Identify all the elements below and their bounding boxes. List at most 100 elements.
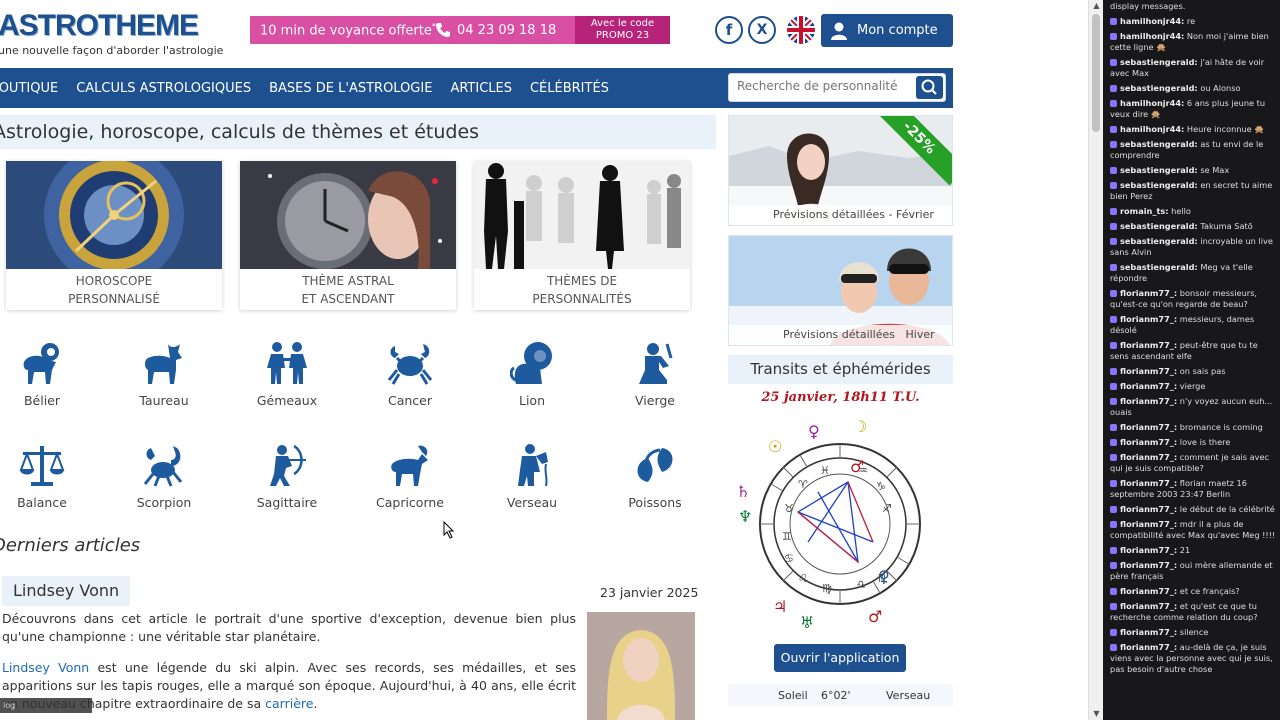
chat-username[interactable]: florianm77_: <box>1120 601 1177 611</box>
chat-username[interactable]: florianm77_: <box>1120 288 1177 298</box>
sign-vierge[interactable]: Vierge <box>615 338 695 408</box>
page-scrollbar[interactable]: ▲ ▼ <box>1088 0 1103 720</box>
sign-balance[interactable]: Balance <box>2 440 82 510</box>
chat-message: sebastiengerald: ou Alonso <box>1103 82 1280 97</box>
chat-text: ou Alonso <box>1200 83 1241 93</box>
chat-text: Heure inconnue 🙊 <box>1186 124 1265 134</box>
account-button[interactable]: Mon compte <box>821 14 953 47</box>
chat-username[interactable]: florianm77_: <box>1120 519 1177 529</box>
sign-belier[interactable]: Bélier <box>2 338 82 408</box>
sign-gemeaux[interactable]: Gémeaux <box>247 338 327 408</box>
chat-username[interactable]: florianm77_: <box>1120 340 1177 350</box>
sign-capricorne[interactable]: Capricorne <box>370 440 450 510</box>
chat-message: hamilhonjr44: Non moi j'aime bien cette … <box>1103 30 1280 56</box>
chat-username[interactable]: sebastiengerald: <box>1120 139 1198 149</box>
chat-username[interactable]: florianm77_: <box>1120 478 1177 488</box>
ad-previsions-hiver[interactable]: Prévisions détaillées Hiver <box>728 235 953 346</box>
chat-username[interactable]: sebastiengerald: <box>1120 262 1198 272</box>
chat-username[interactable]: hamilhonjr44: <box>1120 124 1184 134</box>
sign-poissons[interactable]: Poissons <box>615 440 695 510</box>
nav-calculs[interactable]: CALCULS ASTROLOGIQUES <box>76 81 251 96</box>
article-photo[interactable] <box>587 612 695 720</box>
sign-verseau[interactable]: Verseau <box>492 440 572 510</box>
crab-icon <box>370 338 450 388</box>
chat-username[interactable]: florianm77_: <box>1120 560 1177 570</box>
scroll-down-icon[interactable]: ▼ <box>1089 708 1104 720</box>
uk-flag-icon[interactable] <box>787 16 815 44</box>
nav-boutique[interactable]: BOUTIQUE <box>0 81 58 96</box>
chat-username[interactable]: florianm77_: <box>1120 314 1177 324</box>
chat-username[interactable]: florianm77_: <box>1120 642 1177 652</box>
scrollbar-thumb[interactable] <box>1092 14 1100 132</box>
article-title[interactable]: Lindsey Vonn <box>2 576 130 606</box>
chat-badge-icon <box>1110 141 1117 148</box>
video-overlay-badge: log <box>0 698 92 713</box>
chat-username[interactable]: florianm77_: <box>1120 452 1177 462</box>
article-link-carriere[interactable]: carrière <box>265 696 313 711</box>
svg-text:♉: ♉ <box>784 502 794 515</box>
chat-username[interactable]: florianm77_: <box>1120 586 1177 596</box>
chat-message: florianm77_: 21 <box>1103 544 1280 559</box>
x-twitter-icon[interactable]: X <box>748 16 776 44</box>
ad2-caption: Prévisions détaillées Hiver <box>729 325 952 345</box>
chat-username[interactable]: sebastiengerald: <box>1120 236 1198 246</box>
nav-bases[interactable]: BASES DE L'ASTROLOGIE <box>269 81 432 96</box>
chat-username[interactable]: sebastiengerald: <box>1120 221 1198 231</box>
chat-message: florianm77_: silence <box>1103 626 1280 641</box>
svg-text:♑: ♑ <box>876 480 886 493</box>
chat-username[interactable]: hamilhonjr44: <box>1120 16 1184 26</box>
chat-badge-icon <box>1110 208 1117 215</box>
ad-previsions-fevrier[interactable]: -25% Prévisions détaillées - Février <box>728 115 953 226</box>
astro-chart-wheel[interactable]: ♒♑♐♏ ♎♍♌♋ ♊♉♈♓ ♂☽♀ ☉♆♄ ♃♅ ♂ ♀ <box>728 412 953 634</box>
chat-username[interactable]: sebastiengerald: <box>1120 57 1198 67</box>
account-label: Mon compte <box>857 23 938 38</box>
card-horoscope[interactable]: HOROSCOPE PERSONNALISÉ <box>6 161 222 310</box>
archer-icon <box>247 440 327 490</box>
facebook-icon[interactable]: f <box>715 16 743 44</box>
scorpion-icon <box>124 440 204 490</box>
chat-username[interactable]: florianm77_: <box>1120 504 1177 514</box>
chat-text: et ce français? <box>1179 586 1240 596</box>
sign-sagittaire[interactable]: Sagittaire <box>247 440 327 510</box>
page-title: Astrologie, horoscope, calculs de thèmes… <box>0 115 716 149</box>
chat-username[interactable]: sebastiengerald: <box>1120 180 1198 190</box>
chat-username[interactable]: florianm77_: <box>1120 437 1177 447</box>
chat-username[interactable]: florianm77_: <box>1120 366 1177 376</box>
nav-celebrites[interactable]: CÉLÉBRITÉS <box>530 81 609 96</box>
chat-username[interactable]: hamilhonjr44: <box>1120 31 1184 41</box>
chat-username[interactable]: florianm77_: <box>1120 627 1177 637</box>
chat-text: on sais pas <box>1179 366 1226 376</box>
chat-username[interactable]: hamilhonjr44: <box>1120 98 1184 108</box>
ad1-caption: Prévisions détaillées - Février <box>729 205 952 225</box>
sign-lion[interactable]: Lion <box>492 338 572 408</box>
sign-scorpion[interactable]: Scorpion <box>124 440 204 510</box>
site-logo[interactable]: ASTROTHEME une nouvelle façon d'aborder … <box>0 6 223 57</box>
chat-text: love is there <box>1179 437 1231 447</box>
ram-icon <box>2 338 82 388</box>
chat-badge-icon <box>1110 182 1117 189</box>
search-input[interactable] <box>737 79 907 93</box>
promo-banner[interactable]: 10 min de voyance offerte* 04 23 09 18 1… <box>250 16 670 44</box>
chat-username[interactable]: sebastiengerald: <box>1120 165 1198 175</box>
chat-message: florianm77_: vierge <box>1103 380 1280 395</box>
card-personnalites[interactable]: THÈMES DE PERSONNALITÉS <box>474 161 690 310</box>
chat-username[interactable]: florianm77_: <box>1120 545 1177 555</box>
chat-username[interactable]: sebastiengerald: <box>1120 83 1198 93</box>
open-app-button[interactable]: Ouvrir l'application <box>774 644 906 672</box>
nav-articles[interactable]: ARTICLES <box>450 81 512 96</box>
card-theme-astral[interactable]: THÈME ASTRAL ET ASCENDANT <box>240 161 456 310</box>
chat-username[interactable]: florianm77_: <box>1120 396 1177 406</box>
website: ASTROTHEME une nouvelle façon d'aborder … <box>0 0 1088 720</box>
promo-phone[interactable]: 04 23 09 18 18 <box>435 22 575 38</box>
chat-username[interactable]: florianm77_: <box>1120 422 1177 432</box>
article-link-lindsey-vonn[interactable]: Lindsey Vonn <box>2 660 89 675</box>
chat-username[interactable]: romain_ts: <box>1120 206 1169 216</box>
sign-cancer[interactable]: Cancer <box>370 338 450 408</box>
svg-text:♐: ♐ <box>882 502 892 515</box>
search-button[interactable] <box>916 76 943 99</box>
chat-message: florianm77_: oui mère allemande et père … <box>1103 559 1280 585</box>
chat-username[interactable]: florianm77_: <box>1120 381 1177 391</box>
card-horoscope-label: HOROSCOPE PERSONNALISÉ <box>68 274 160 306</box>
sign-taureau[interactable]: Taureau <box>124 338 204 408</box>
scroll-up-icon[interactable]: ▲ <box>1089 0 1104 12</box>
